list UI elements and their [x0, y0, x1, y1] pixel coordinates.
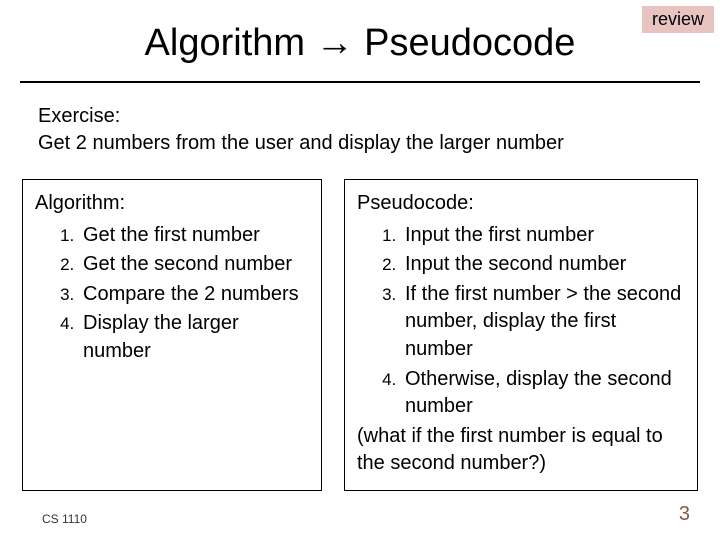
list-item: Get the second number — [79, 251, 309, 279]
title-area: Algorithm → Pseudocode — [0, 0, 720, 75]
list-item: Otherwise, display the second number — [401, 366, 685, 421]
review-badge: review — [642, 6, 714, 33]
slide-title: Algorithm → Pseudocode — [145, 22, 576, 65]
exercise-text: Get 2 numbers from the user and display … — [38, 130, 682, 157]
algorithm-box: Algorithm: Get the first number Get the … — [22, 179, 322, 491]
list-item: Display the larger number — [79, 310, 309, 365]
list-item: If the first number > the second number,… — [401, 281, 685, 364]
page-number: 3 — [679, 503, 690, 526]
footer: CS 1110 3 — [0, 503, 720, 526]
exercise-block: Exercise: Get 2 numbers from the user an… — [0, 83, 720, 171]
algorithm-list: Get the first number Get the second numb… — [35, 222, 309, 366]
pseudocode-heading: Pseudocode: — [357, 190, 685, 218]
pseudocode-note: (what if the first number is equal to th… — [357, 423, 685, 478]
exercise-label: Exercise: — [38, 103, 682, 130]
course-code: CS 1110 — [42, 512, 87, 526]
list-item: Input the first number — [401, 222, 685, 250]
pseudocode-box: Pseudocode: Input the first number Input… — [344, 179, 698, 491]
columns: Algorithm: Get the first number Get the … — [0, 171, 720, 491]
pseudocode-list: Input the first number Input the second … — [357, 222, 685, 421]
list-item: Get the first number — [79, 222, 309, 250]
list-item: Compare the 2 numbers — [79, 281, 309, 309]
list-item: Input the second number — [401, 251, 685, 279]
algorithm-heading: Algorithm: — [35, 190, 309, 218]
